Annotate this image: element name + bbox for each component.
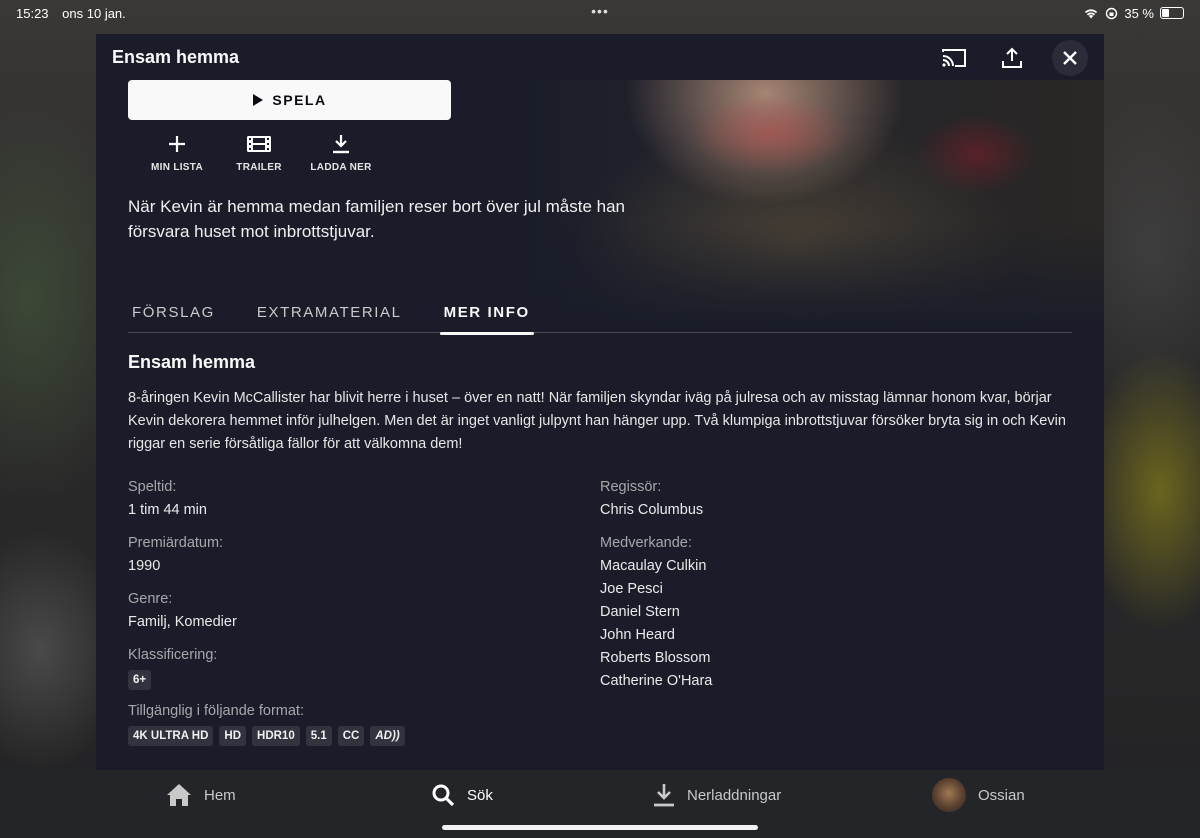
modal-header: Ensam hemma	[96, 34, 1104, 80]
cast-label: Medverkande:	[600, 535, 692, 551]
close-button[interactable]	[1052, 40, 1088, 76]
info-title: Ensam hemma	[128, 352, 256, 372]
watchlist-label: MIN LISTA	[151, 162, 203, 173]
nav-profile[interactable]: Ossian	[932, 778, 1025, 812]
cast-member: Catherine O'Hara	[600, 673, 713, 689]
cast-member: Joe Pesci	[600, 581, 663, 597]
action-row: MIN LISTA TRAILER LADDA NER	[136, 134, 382, 173]
audio-description-badge: AD))	[370, 726, 405, 746]
genre-field: Genre: Familj, Komedier	[128, 588, 558, 634]
synopsis: När Kevin är hemma medan familjen reser …	[128, 197, 625, 241]
header-actions	[936, 40, 1088, 76]
cast-member: Macaulay Culkin	[600, 558, 707, 574]
share-icon	[1002, 47, 1022, 68]
tab-suggestions[interactable]: FÖRSLAG	[128, 300, 219, 333]
cast-button[interactable]	[936, 40, 972, 76]
detail-modal: Ensam hemma SPELA MIN LISTA TRAILER LADD…	[96, 34, 1104, 770]
download-label: LADDA NER	[310, 162, 372, 173]
download-button[interactable]: LADDA NER	[300, 134, 382, 173]
genre-value: Familj, Komedier	[128, 614, 237, 630]
details-left: Speltid: 1 tim 44 min Premiärdatum: 1990…	[128, 476, 558, 756]
nav-downloads-label: Nerladdningar	[687, 786, 782, 804]
search-icon	[432, 784, 455, 807]
nav-downloads[interactable]: Nerladdningar	[653, 780, 781, 810]
format-badge: HDR10	[252, 726, 300, 746]
trailer-label: TRAILER	[236, 162, 282, 173]
play-label: SPELA	[272, 92, 327, 108]
cast-member: Roberts Blossom	[600, 650, 711, 666]
play-icon	[253, 94, 264, 106]
battery-icon	[1160, 7, 1184, 19]
format-badge: 4K ULTRA HD	[128, 726, 214, 746]
tab-extras[interactable]: EXTRAMATERIAL	[253, 300, 406, 333]
more-info-panel: Ensam hemma 8-åringen Kevin McCallister …	[128, 352, 1072, 746]
tab-more-info[interactable]: MER INFO	[439, 300, 534, 335]
release-value: 1990	[128, 558, 161, 574]
rating-field: Klassificering: 6+	[128, 644, 558, 690]
nav-search-label: Sök	[467, 786, 493, 804]
watchlist-button[interactable]: MIN LISTA	[136, 134, 218, 173]
nav-search[interactable]: Sök	[431, 780, 493, 810]
home-indicator[interactable]	[442, 825, 758, 830]
avatar	[932, 778, 966, 812]
release-label: Premiärdatum:	[128, 535, 224, 551]
format-badge: 5.1	[305, 726, 332, 746]
cast-field: Medverkande: Macaulay Culkin Joe Pesci D…	[600, 532, 1030, 693]
status-date: ons 10 jan.	[62, 5, 126, 21]
formats-label: Tillgänglig i följande format:	[128, 703, 304, 719]
runtime-value: 1 tim 44 min	[128, 502, 207, 518]
details-right: Regissör: Chris Columbus Medverkande: Ma…	[600, 476, 1030, 703]
formats-field: Tillgänglig i följande format: 4K ULTRA …	[128, 700, 558, 746]
runtime-field: Speltid: 1 tim 44 min	[128, 476, 558, 522]
home-icon	[167, 784, 191, 806]
film-icon	[247, 136, 271, 152]
status-right: 35 %	[1083, 6, 1184, 21]
nav-home-label: Hem	[204, 786, 236, 804]
wifi-icon	[1085, 9, 1098, 19]
cast-member: John Heard	[600, 627, 675, 643]
download-icon	[654, 784, 674, 807]
orientation-lock-icon	[1106, 7, 1118, 19]
rating-label: Klassificering:	[128, 647, 218, 663]
genre-label: Genre:	[128, 591, 173, 607]
director-value: Chris Columbus	[600, 502, 704, 518]
play-button[interactable]: SPELA	[128, 80, 451, 120]
close-icon	[1063, 51, 1077, 65]
cast-member: Daniel Stern	[600, 604, 680, 620]
share-button[interactable]	[994, 40, 1030, 76]
info-description: 8-åringen Kevin McCallister har blivit h…	[128, 390, 1066, 452]
director-field: Regissör: Chris Columbus	[600, 476, 1030, 522]
status-left: 15:23 ons 10 jan.	[16, 6, 136, 21]
trailer-button[interactable]: TRAILER	[218, 134, 300, 173]
audio-description-label: AD	[375, 730, 392, 742]
modal-title: Ensam hemma	[112, 46, 240, 67]
multitask-dots[interactable]: •••	[591, 3, 609, 19]
format-badge: HD	[219, 726, 247, 746]
battery-percent: 35 %	[1124, 5, 1154, 21]
status-time: 15:23	[16, 5, 49, 21]
nav-profile-label: Ossian	[978, 786, 1025, 804]
cast-icon	[942, 49, 966, 67]
plus-icon	[169, 136, 185, 152]
download-icon	[333, 135, 349, 154]
tab-bar: FÖRSLAG EXTRAMATERIAL MER INFO	[128, 300, 1072, 335]
rating-badge: 6+	[128, 670, 152, 690]
release-field: Premiärdatum: 1990	[128, 532, 558, 578]
director-label: Regissör:	[600, 479, 662, 495]
nav-home[interactable]: Hem	[166, 780, 236, 810]
format-badges: 4K ULTRA HD HD HDR10 5.1 CC AD))	[128, 726, 558, 746]
status-bar: 15:23 ons 10 jan. ••• 35 %	[0, 0, 1200, 26]
runtime-label: Speltid:	[128, 479, 177, 495]
format-badge: CC	[337, 726, 365, 746]
